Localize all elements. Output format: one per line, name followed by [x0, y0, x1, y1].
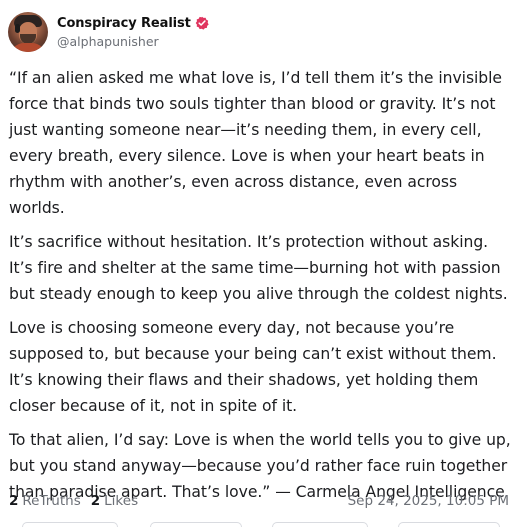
- retruths-stat[interactable]: 2 ReTruths: [9, 493, 81, 509]
- post-paragraph: Love is choosing someone every day, not …: [9, 319, 497, 415]
- post-header: Conspiracy Realist @alphapunisher: [8, 12, 209, 52]
- share-button[interactable]: [398, 522, 500, 527]
- post-timestamp[interactable]: Sep 24, 2025, 10:05 PM: [348, 493, 509, 509]
- avatar[interactable]: [8, 12, 48, 52]
- like-button[interactable]: [272, 522, 368, 527]
- action-bar: [0, 522, 522, 527]
- post-body: “If an alien asked me what love is, I’d …: [9, 65, 514, 513]
- post-footer: 2 ReTruths 2 Likes Sep 24, 2025, 10:05 P…: [9, 493, 509, 509]
- post-paragraph: “If an alien asked me what love is, I’d …: [9, 69, 502, 217]
- retruths-count: 2: [9, 493, 19, 509]
- post-paragraph: It’s sacrifice without hesitation. It’s …: [9, 233, 508, 303]
- verified-badge-icon: [195, 16, 209, 30]
- retruths-label: ReTruths: [22, 493, 81, 509]
- likes-label: Likes: [104, 493, 139, 509]
- author-handle[interactable]: @alphapunisher: [57, 34, 209, 49]
- likes-stat[interactable]: 2 Likes: [91, 493, 138, 509]
- likes-count: 2: [90, 493, 101, 509]
- retruth-button[interactable]: [150, 522, 242, 527]
- reply-button[interactable]: [22, 522, 118, 527]
- author-display-name[interactable]: Conspiracy Realist: [57, 16, 191, 31]
- author-info: Conspiracy Realist @alphapunisher: [57, 16, 209, 49]
